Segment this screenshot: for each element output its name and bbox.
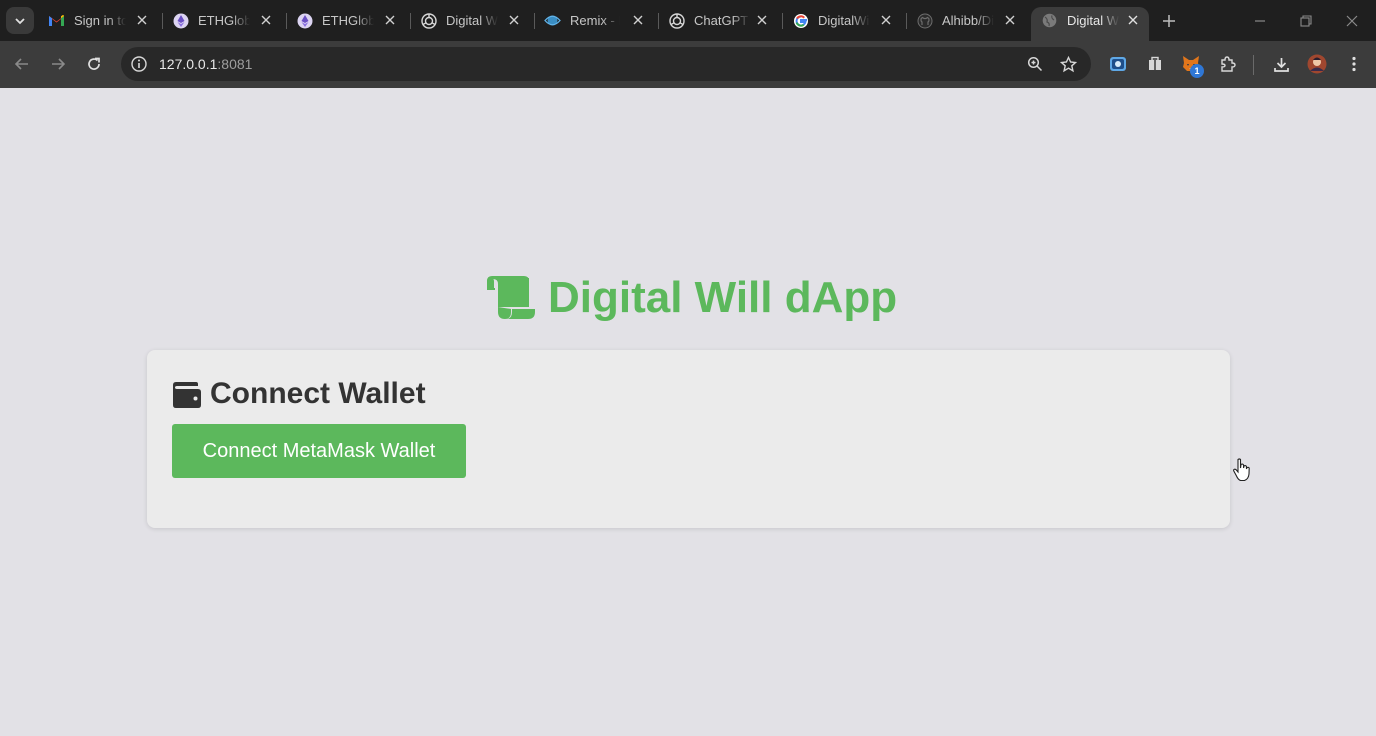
- tab-title: ChatGPT: [694, 13, 750, 29]
- close-icon[interactable]: [1125, 12, 1141, 28]
- url-text: 127.0.0.1:8081: [159, 56, 252, 72]
- download-icon: [1273, 57, 1289, 72]
- record-icon: [1110, 57, 1126, 71]
- page-title: Digital Will dApp: [484, 273, 897, 323]
- arrow-right-icon: [52, 58, 66, 70]
- url-port: :8081: [217, 56, 253, 72]
- tab-ethglobal-2[interactable]: ETHGloba: [286, 0, 411, 41]
- address-bar[interactable]: 127.0.0.1:8081: [121, 47, 1091, 81]
- close-icon[interactable]: [754, 12, 770, 28]
- globe-icon: [1041, 12, 1058, 29]
- tab-title: Remix - E: [570, 13, 620, 29]
- tab-title: Digital W: [1067, 13, 1119, 29]
- remix-icon: [544, 12, 561, 29]
- tab-strip: Sign in to ETHGloba ETHGloba Digital Wi: [0, 0, 1376, 41]
- window-close-button[interactable]: [1343, 12, 1361, 30]
- url-host: 127.0.0.1: [159, 56, 218, 72]
- close-icon[interactable]: [258, 12, 274, 28]
- close-icon[interactable]: [134, 12, 150, 28]
- tab-title: Digital Wi: [446, 13, 498, 29]
- page-content: Digital Will dApp Connect Wallet Connect…: [0, 88, 1376, 736]
- tab-title: ETHGloba: [322, 13, 374, 29]
- tab-title: ETHGloba: [198, 13, 250, 29]
- new-tab-button[interactable]: [1160, 12, 1178, 30]
- tab-digital-will-active[interactable]: Digital W: [1031, 7, 1149, 41]
- arrow-left-icon: [14, 58, 28, 70]
- reload-icon: [88, 57, 100, 70]
- hand-pointer-cursor-icon: [1233, 458, 1250, 482]
- puzzle-icon: [1221, 56, 1236, 72]
- bookmark-button[interactable]: [1058, 54, 1078, 74]
- card-title: Connect Wallet: [172, 376, 426, 412]
- toolbar-separator: [1253, 55, 1254, 75]
- reload-button[interactable]: [84, 54, 104, 74]
- close-icon[interactable]: [630, 12, 646, 28]
- tab-ethglobal[interactable]: ETHGloba: [162, 0, 287, 41]
- tab-remix[interactable]: Remix - E: [534, 0, 659, 41]
- openai-icon: [668, 12, 685, 29]
- browser-toolbar: 127.0.0.1:8081 1: [0, 41, 1376, 88]
- zoom-button[interactable]: [1025, 54, 1045, 74]
- tab-title: DigitalWi: [818, 13, 870, 29]
- plus-icon: [1163, 15, 1175, 27]
- ethglobal-icon: [172, 12, 189, 29]
- google-icon: [792, 12, 809, 29]
- openai-icon: [420, 12, 437, 29]
- connect-wallet-card: Connect Wallet Connect MetaMask Wallet: [147, 350, 1230, 528]
- connect-metamask-button[interactable]: Connect MetaMask Wallet: [172, 424, 466, 478]
- extensions-button[interactable]: [1218, 54, 1238, 74]
- star-icon: [1059, 55, 1077, 72]
- close-icon[interactable]: [878, 12, 894, 28]
- wallet-icon: [173, 382, 201, 408]
- site-info-icon[interactable]: [130, 55, 148, 73]
- browser-menu-button[interactable]: [1344, 54, 1364, 74]
- page-title-text: Digital Will dApp: [548, 273, 898, 322]
- tab-github[interactable]: Alhibb/Di: [906, 0, 1030, 41]
- card-title-text: Connect Wallet: [210, 377, 426, 410]
- restore-icon: [1300, 15, 1312, 27]
- kebab-menu-icon: [1352, 56, 1356, 72]
- close-icon[interactable]: [506, 12, 522, 28]
- downloads-button[interactable]: [1271, 54, 1291, 74]
- forward-button[interactable]: [48, 54, 68, 74]
- back-button[interactable]: [12, 54, 32, 74]
- tab-digital-will-chat[interactable]: Digital Wi: [410, 0, 535, 41]
- close-icon: [1346, 15, 1358, 27]
- ethglobal-icon: [296, 12, 313, 29]
- wallet-extension-button[interactable]: [1145, 54, 1165, 74]
- close-icon[interactable]: [382, 12, 398, 28]
- minimize-icon: [1255, 20, 1265, 22]
- extension-badge: 1: [1190, 64, 1204, 78]
- tab-title: Sign in to: [74, 13, 126, 29]
- tab-search-button[interactable]: [6, 7, 34, 34]
- close-icon[interactable]: [1002, 12, 1018, 28]
- chevron-down-icon: [15, 17, 25, 24]
- profile-avatar[interactable]: [1307, 54, 1327, 74]
- restore-button[interactable]: [1297, 12, 1315, 30]
- screencast-extension-button[interactable]: [1108, 54, 1128, 74]
- tab-chatgpt[interactable]: ChatGPT: [658, 0, 783, 41]
- github-icon: [916, 12, 933, 29]
- tab-title: Alhibb/Di: [942, 13, 994, 29]
- minimize-button[interactable]: [1251, 12, 1269, 30]
- gmail-icon: [48, 12, 65, 29]
- avatar-icon: [1307, 54, 1327, 74]
- tab-gmail[interactable]: Sign in to: [38, 0, 163, 41]
- briefcase-icon: [1149, 56, 1161, 70]
- tab-google-digitalwill[interactable]: DigitalWi: [782, 0, 907, 41]
- scroll-icon: [487, 276, 535, 319]
- zoom-icon: [1027, 56, 1043, 72]
